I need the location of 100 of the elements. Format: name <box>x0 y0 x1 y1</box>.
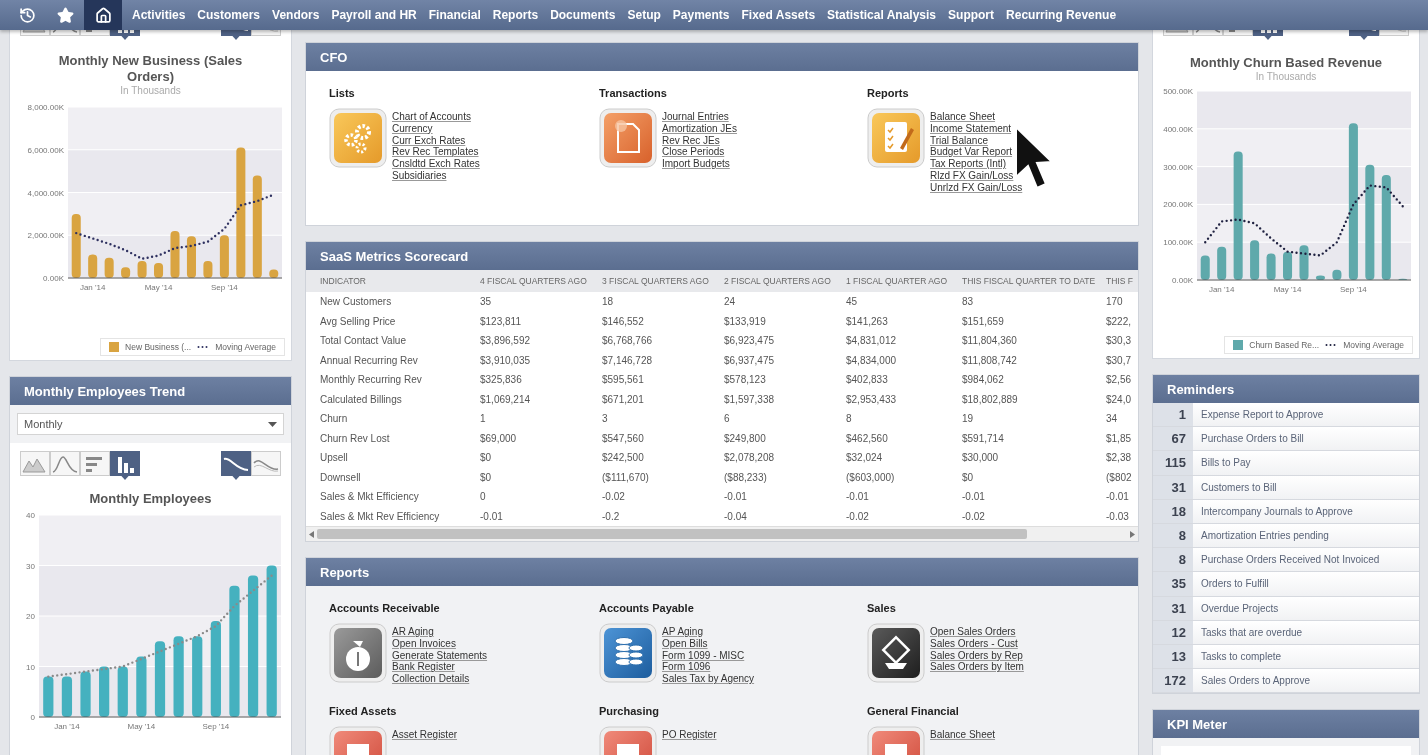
table-cell-text: $3,896,592 <box>479 334 532 349</box>
table-cell-text: -0.02 <box>961 509 986 524</box>
column-header: INDICATOR <box>306 270 466 292</box>
group-title: Purchasing <box>599 705 660 717</box>
table-cell-text: Calculated Billings <box>319 392 403 407</box>
table-cell: 24 <box>710 292 832 312</box>
column-header: 1 FISCAL QUARTER AGO <box>832 270 948 292</box>
legend-label: Churn Based Re... <box>1249 340 1320 350</box>
axis-label: 300.00K <box>1163 162 1193 172</box>
group-title: Transactions <box>599 87 668 99</box>
table-cell-text: ($88,233) <box>723 470 768 485</box>
table-cell-text: Upsell <box>319 451 349 466</box>
axis-label: Sep '14 <box>210 283 238 292</box>
table-cell-text: $30,3 <box>1105 334 1133 349</box>
axis-label: 10 <box>25 662 35 672</box>
table-cell-text: Avg Selling Price <box>319 314 397 329</box>
axis-label: Jan '14 <box>79 283 105 292</box>
axis-label: 6,000.00K <box>27 145 64 155</box>
table-cell-text: $11,804,360 <box>961 334 1018 349</box>
reminder-count: 35 <box>1153 572 1193 596</box>
table-cell-text: $249,800 <box>723 431 767 446</box>
table-cell-text: 1 <box>479 412 487 427</box>
table-cell-text: $4,834,000 <box>845 353 898 368</box>
column-header: 4 FISCAL QUARTERS AGO <box>466 270 588 292</box>
axis-label: May '14 <box>127 722 155 731</box>
axis-label: 500.00K <box>1163 87 1193 96</box>
chart-title: Monthly Churn Based Revenue <box>1189 55 1383 71</box>
table-cell-text: $462,560 <box>845 431 889 446</box>
reminder-count: 8 <box>1153 523 1193 548</box>
axis-label: 0.00K <box>42 274 64 283</box>
table-cell-text: ($111,670) <box>601 470 650 485</box>
chart-title: Monthly Employees <box>89 491 212 507</box>
table-cell: 83 <box>948 292 1092 312</box>
table-cell-text: $578,123 <box>723 373 767 388</box>
axis-label: May '14 <box>144 283 172 292</box>
table-cell-text: $2,953,433 <box>845 392 898 407</box>
axis-label: Sep '14 <box>201 722 229 731</box>
table-cell-text: $69,000 <box>479 431 518 446</box>
reminder-count: 1 <box>1153 403 1193 427</box>
table-cell: 35 <box>466 292 588 312</box>
chart-subtitle: In Thousands <box>1255 71 1317 83</box>
legend-label: New Business (... <box>125 342 192 352</box>
table-cell-text: Annual Recurring Rev <box>319 353 419 368</box>
table-cell-text: 8 <box>845 412 853 427</box>
table-cell-text: 34 <box>1105 412 1119 427</box>
table-cell-text: $123,811 <box>479 314 522 329</box>
portlet-header: Reports <box>306 558 1138 586</box>
table-cell-text: $30,7 <box>1105 353 1133 368</box>
group-title: Lists <box>329 87 356 99</box>
table-cell-text: -0.03 <box>1105 509 1130 524</box>
axis-label: 200.00K <box>1163 200 1193 210</box>
axis-label: 20 <box>25 612 35 621</box>
table-cell-text: -0.01 <box>845 490 870 505</box>
reminder-count: 67 <box>1153 427 1193 451</box>
table-cell-text: Monthly Recurring Rev <box>319 373 423 388</box>
table-cell-text: $7,146,728 <box>601 353 654 368</box>
table-cell: New Customers <box>306 292 466 312</box>
axis-label: 40 <box>25 511 35 520</box>
axis-label: 8,000.00K <box>27 103 64 112</box>
table-cell-text: ($603,000) <box>845 470 896 485</box>
table-cell-text: Churn <box>319 412 349 427</box>
table-cell-text: $222, <box>1105 314 1133 329</box>
table-cell-text: -0.01 <box>1105 490 1130 505</box>
table-cell-text: $671,201 <box>601 392 645 407</box>
table-cell-text: -0.02 <box>601 490 626 505</box>
axis-label: 100.00K <box>1163 238 1193 248</box>
reminder-count: 12 <box>1153 620 1193 644</box>
table-cell-text: 3 <box>601 412 609 427</box>
axis-label: 30 <box>25 561 35 571</box>
group-title: Accounts Receivable <box>329 602 441 614</box>
table-cell-text: $146,552 <box>601 314 645 329</box>
table-cell-text: $1,597,338 <box>723 392 776 407</box>
portlet-header: KPI Meter <box>1153 710 1419 739</box>
group-title: Reports <box>867 87 910 99</box>
portlet-header: Monthly Employees Trend <box>10 377 291 405</box>
table-cell-text: $2,078,208 <box>723 451 776 466</box>
axis-label: 400.00K <box>1163 124 1193 134</box>
reminder-count: 115 <box>1153 451 1193 475</box>
reminder-count: 31 <box>1153 475 1193 499</box>
table-cell-text: -0.01 <box>479 509 504 524</box>
axis-label: 2,000.00K <box>27 231 64 241</box>
group-title: Sales <box>867 602 897 614</box>
legend-label: Moving Average <box>215 342 276 352</box>
table-cell-text: $1,85 <box>1105 431 1133 446</box>
table-cell-text: $242,500 <box>601 451 645 466</box>
table-cell: 45 <box>832 292 948 312</box>
table-cell-text: $591,714 <box>961 431 1005 446</box>
table-cell-text: $6,923,475 <box>723 334 776 349</box>
reminder-count: 8 <box>1153 548 1193 572</box>
table-cell-text: 6 <box>723 412 731 427</box>
reminder-count: 31 <box>1153 596 1193 620</box>
table-cell-text: $984,062 <box>961 373 1005 388</box>
table-cell-text: $2,56 <box>1105 373 1133 388</box>
table-cell-text: $6,937,475 <box>723 353 776 368</box>
chart-subtitle: In Thousands <box>120 85 181 97</box>
axis-label: Jan '14 <box>1208 285 1235 294</box>
table-cell-text: -0.01 <box>723 490 748 505</box>
axis-label: 4,000.00K <box>27 188 64 198</box>
table-cell-text: $133,919 <box>723 314 767 329</box>
axis-label: 0.00K <box>1172 276 1193 285</box>
